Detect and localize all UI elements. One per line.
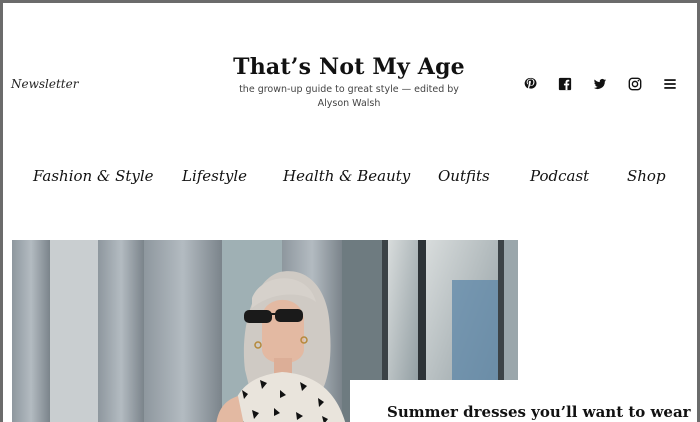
pinterest-icon[interactable] (523, 77, 537, 91)
facebook-icon[interactable] (558, 77, 572, 91)
nav-item-health-beauty[interactable]: Health & Beauty (283, 167, 410, 185)
menu-icon[interactable] (663, 77, 677, 91)
main-navigation: Fashion & Style Lifestyle Health & Beaut… (3, 167, 697, 191)
instagram-icon[interactable] (628, 77, 642, 91)
nav-item-shop[interactable]: Shop (627, 167, 666, 185)
site-branding: That’s Not My Age the grown-up guide to … (203, 53, 495, 111)
page-frame: Newsletter That’s Not My Age the grown-u… (0, 0, 700, 422)
nav-item-lifestyle[interactable]: Lifestyle (182, 167, 247, 185)
nav-item-fashion-style[interactable]: Fashion & Style (33, 167, 154, 185)
newsletter-link[interactable]: Newsletter (11, 77, 78, 91)
social-links (523, 77, 677, 91)
nav-item-outfits[interactable]: Outfits (438, 167, 490, 185)
site-tagline: the grown-up guide to great style — edit… (239, 84, 459, 109)
featured-card: Summer dresses you’ll want to wear (350, 380, 697, 422)
site-title[interactable]: That’s Not My Age (203, 53, 495, 81)
featured-post-title[interactable]: Summer dresses you’ll want to wear (387, 403, 691, 421)
twitter-icon[interactable] (593, 77, 607, 91)
nav-item-podcast[interactable]: Podcast (530, 167, 589, 185)
